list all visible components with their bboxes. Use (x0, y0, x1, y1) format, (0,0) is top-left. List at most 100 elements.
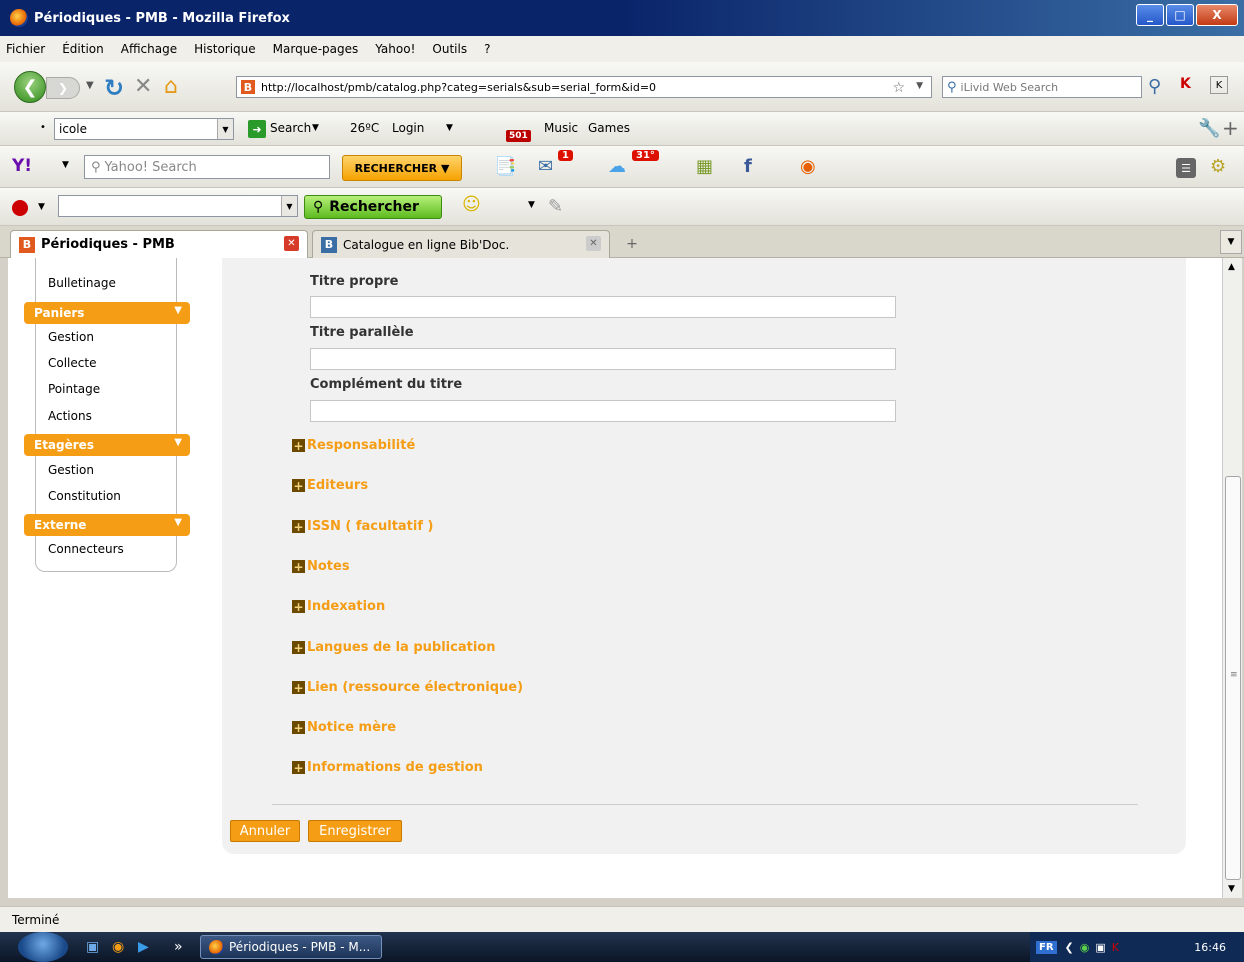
url-bar[interactable]: B http://localhost/pmb/catalog.php?categ… (236, 76, 932, 98)
kaspersky-tray-icon[interactable]: K (1112, 941, 1119, 954)
add-icon[interactable]: + (1222, 116, 1239, 140)
list-icon[interactable]: ☰ (1176, 158, 1196, 178)
menu-fichier[interactable]: Fichier (6, 42, 45, 56)
sidebar-item-bulletinage[interactable]: Bulletinage (48, 276, 116, 290)
back-button[interactable]: ❮ (14, 71, 46, 103)
toolbar-combo[interactable]: icole ▼ (54, 118, 234, 140)
sidebar-item-connecteurs[interactable]: Connecteurs (48, 542, 124, 556)
enregistrer-button[interactable]: Enregistrer (308, 820, 402, 842)
kaspersky-icon[interactable]: K (1180, 76, 1191, 92)
sidebar-item-constitution[interactable]: Constitution (48, 489, 121, 503)
go-arrow-icon[interactable]: ➜ (248, 120, 266, 138)
scroll-down-icon[interactable]: ▼ (1228, 884, 1235, 894)
sidebar-head-etageres[interactable]: Etagères ▼ (24, 434, 190, 456)
complement-titre-input[interactable] (310, 400, 896, 422)
bookmarks-icon[interactable]: 📑 (494, 156, 516, 177)
sidebar-head-externe[interactable]: Externe ▼ (24, 514, 190, 536)
facebook-icon[interactable]: f (744, 156, 752, 177)
maximize-button[interactable]: □ (1166, 4, 1194, 26)
network-icon[interactable]: ▣ (1095, 941, 1105, 954)
close-tab-icon[interactable]: ✕ (586, 236, 601, 251)
tab-periodiques[interactable]: B Périodiques - PMB ✕ (10, 230, 308, 258)
language-indicator[interactable]: FR (1036, 940, 1057, 954)
sidebar-item-actions[interactable]: Actions (48, 409, 92, 423)
yahoo-search-input[interactable]: ⚲ Yahoo! Search (84, 155, 330, 179)
reload-icon[interactable]: ↻ (104, 74, 124, 102)
login-button[interactable]: Login (392, 121, 424, 135)
home-icon[interactable]: ⌂ (164, 74, 178, 99)
section-responsabilite[interactable]: + Responsabilité (292, 438, 415, 453)
bookmark-star-icon[interactable]: ☆ (892, 80, 905, 96)
tray-expand-icon[interactable]: ❮ (1065, 941, 1074, 954)
toolbar-logo-icon[interactable] (12, 200, 28, 216)
music-button[interactable]: Music (544, 121, 578, 135)
minimize-button[interactable]: _ (1136, 4, 1164, 26)
sidebar-item-pointage[interactable]: Pointage (48, 382, 100, 396)
section-notice-mere[interactable]: + Notice mère (292, 720, 396, 735)
section-langues[interactable]: + Langues de la publication (292, 640, 495, 655)
sidebar-item-collecte[interactable]: Collecte (48, 356, 96, 370)
titre-parallele-input[interactable] (310, 348, 896, 370)
wrench-icon[interactable]: 🔧 (1198, 118, 1220, 139)
mail-icon[interactable]: ✉ (538, 156, 553, 177)
scroll-up-icon[interactable]: ▲ (1228, 262, 1235, 272)
gear-icon[interactable]: ⚙ (1210, 156, 1226, 177)
menu-marque-pages[interactable]: Marque-pages (273, 42, 359, 56)
url-text[interactable]: http://localhost/pmb/catalog.php?categ=s… (261, 81, 656, 94)
yahoo-dropdown-icon[interactable]: ▼ (62, 160, 69, 170)
smiley-dropdown-icon[interactable]: ▼ (528, 200, 535, 210)
titre-propre-input[interactable] (310, 296, 896, 318)
forward-button[interactable]: ❯ (46, 77, 80, 99)
yahoo-search-button[interactable]: RECHERCHER ▼ (342, 155, 462, 181)
menu-help[interactable]: ? (484, 42, 490, 56)
section-indexation[interactable]: + Indexation (292, 599, 385, 614)
login-dropdown-icon[interactable]: ▼ (446, 123, 453, 133)
firefox-addon-icon[interactable]: ◉ (800, 156, 816, 177)
search-go-icon[interactable]: ⚲ (1148, 76, 1161, 97)
quicklaunch-more-icon[interactable]: » (174, 939, 183, 955)
section-editeurs[interactable]: + Editeurs (292, 478, 368, 493)
show-desktop-icon[interactable]: ▣ (86, 939, 99, 955)
stop-icon[interactable]: ✕ (134, 74, 152, 99)
yahoo-logo-icon[interactable]: Y! (12, 156, 32, 176)
menu-affichage[interactable]: Affichage (121, 42, 177, 56)
taskbar-window-button[interactable]: Périodiques - PMB - M... (200, 935, 382, 959)
annuler-button[interactable]: Annuler (230, 820, 300, 842)
media-player-icon[interactable]: ▶ (138, 939, 149, 955)
menu-outils[interactable]: Outils (432, 42, 467, 56)
utorrent-icon[interactable]: ◉ (1080, 941, 1090, 954)
games-button[interactable]: Games (588, 121, 630, 135)
combo-dropdown-icon[interactable]: ▼ (217, 119, 233, 139)
toolbar-logo-dropdown-icon[interactable]: ▼ (38, 202, 45, 212)
sidebar-item-gestion[interactable]: Gestion (48, 330, 94, 344)
menu-edition[interactable]: Édition (62, 42, 104, 56)
tab-list-icon[interactable]: ▼ (1220, 230, 1242, 254)
rechercher-button[interactable]: ⚲ Rechercher (304, 195, 442, 219)
sidebar-head-paniers[interactable]: Paniers ▼ (24, 302, 190, 324)
weather-icon[interactable]: ☁ (608, 156, 626, 177)
menu-yahoo[interactable]: Yahoo! (375, 42, 415, 56)
highlighter-icon[interactable]: ✎ (548, 196, 563, 217)
close-window-button[interactable]: X (1196, 4, 1238, 26)
sidebar-item-gestion-etageres[interactable]: Gestion (48, 463, 94, 477)
history-dropdown-icon[interactable]: ▼ (86, 80, 94, 91)
vertical-scrollbar[interactable]: ▲ ≡ ▼ (1222, 258, 1242, 898)
firefox-quicklaunch-icon[interactable]: ◉ (112, 939, 124, 955)
new-tab-icon[interactable]: + (618, 232, 646, 256)
search-dropdown-icon[interactable]: ▼ (312, 123, 319, 133)
puzzle-icon[interactable]: ▦ (696, 156, 713, 177)
web-search-input[interactable]: ⚲ iLivid Web Search (942, 76, 1142, 98)
menu-historique[interactable]: Historique (194, 42, 256, 56)
start-button[interactable] (18, 932, 68, 962)
search-engine-icon[interactable]: ⚲ (947, 80, 957, 95)
search-combo[interactable]: ▼ (58, 195, 298, 217)
section-notes[interactable]: + Notes (292, 559, 350, 574)
tab-catalogue[interactable]: B Catalogue en ligne Bib'Doc. ✕ (312, 230, 610, 258)
search-combo-dropdown-icon[interactable]: ▼ (281, 196, 297, 216)
section-lien[interactable]: + Lien (ressource électronique) (292, 680, 523, 695)
url-dropdown-icon[interactable]: ▼ (916, 81, 923, 91)
section-informations-gestion[interactable]: + Informations de gestion (292, 760, 483, 775)
search-button[interactable]: Search (270, 121, 311, 135)
close-tab-icon[interactable]: ✕ (284, 236, 299, 251)
toolbar-menu-dot[interactable]: • (40, 122, 46, 133)
